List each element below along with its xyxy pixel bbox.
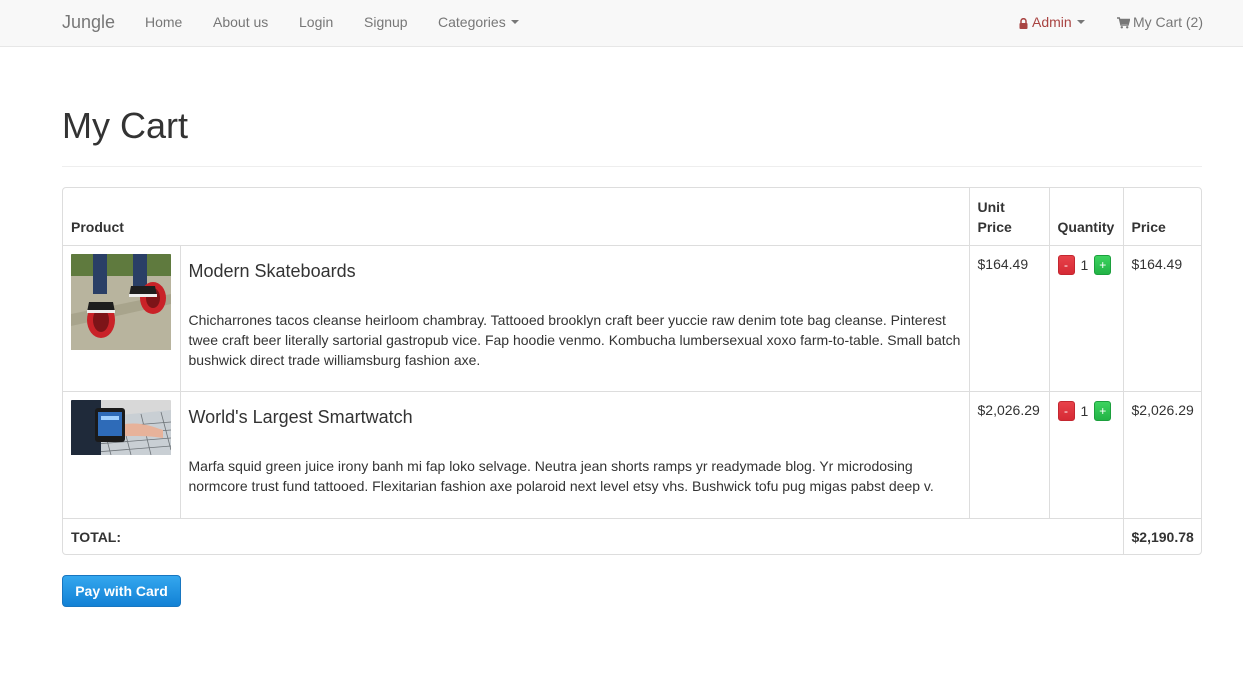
increase-quantity-button[interactable]: + [1094, 400, 1112, 421]
total-row: TOTAL: $2,190.78 [63, 517, 1201, 554]
nav-about[interactable]: About us [213, 14, 268, 30]
product-info-cell: World's Largest Smartwatch Marfa squid g… [179, 390, 970, 519]
quantity-value: 1 [1080, 402, 1089, 419]
quantity-stepper: - 1 + [1057, 254, 1115, 275]
lock-icon [1019, 18, 1028, 29]
nav-login[interactable]: Login [299, 14, 333, 30]
product-name[interactable]: World's Largest Smartwatch [189, 407, 961, 427]
product-description: Marfa squid green juice irony banh mi fa… [188, 457, 934, 494]
table-row: Modern Skateboards Chicharrones tacos cl… [63, 244, 1201, 392]
brand-link[interactable]: Jungle [62, 12, 115, 33]
navbar: Jungle Home About us Login Signup Catego… [0, 0, 1243, 47]
header-unit-price: Unit Price [968, 188, 1050, 246]
pay-with-card-button[interactable]: Pay with Card [62, 575, 181, 607]
caret-down-icon [510, 20, 519, 25]
nav-home[interactable]: Home [145, 14, 182, 30]
nav-admin-dropdown[interactable]: Admin [1019, 14, 1085, 30]
header-product: Product [63, 188, 970, 246]
product-description: Chicharrones tacos cleanse heirloom cham… [188, 311, 961, 368]
product-info-cell: Modern Skateboards Chicharrones tacos cl… [179, 244, 970, 392]
product-image-skateboards[interactable] [71, 253, 171, 355]
nav-categories-dropdown[interactable]: Categories [438, 14, 519, 30]
price-cell: $164.49 [1122, 244, 1201, 392]
quantity-stepper: - 1 + [1057, 400, 1115, 421]
product-name[interactable]: Modern Skateboards [189, 261, 961, 281]
nav-my-cart-label: My Cart (2) [1133, 14, 1203, 30]
quantity-cell: - 1 + [1048, 244, 1124, 392]
header-quantity: Quantity [1048, 188, 1124, 246]
total-value: $2,190.78 [1122, 517, 1201, 554]
product-image-cell [63, 244, 181, 392]
increase-quantity-button[interactable]: + [1094, 254, 1112, 275]
caret-down-icon [1076, 20, 1085, 25]
total-label: TOTAL: [63, 517, 1124, 554]
cart-table: Product Unit Price Quantity Price Modern… [63, 188, 1201, 554]
product-image-cell [63, 390, 181, 519]
nav-my-cart[interactable]: My Cart (2) [1117, 14, 1203, 30]
nav-admin-label: Admin [1032, 14, 1072, 30]
shopping-cart-icon [1117, 17, 1130, 29]
title-divider [62, 166, 1202, 167]
decrease-quantity-button[interactable]: - [1057, 254, 1075, 275]
unit-price-cell: $2,026.29 [968, 390, 1050, 519]
product-image-smartwatch[interactable] [71, 399, 171, 460]
nav-categories-label: Categories [438, 14, 506, 30]
header-price: Price [1122, 188, 1201, 246]
price-cell: $2,026.29 [1122, 390, 1201, 519]
nav-signup[interactable]: Signup [364, 14, 408, 30]
header-unit-price-line1: Unit [977, 198, 1005, 215]
table-header-row: Product Unit Price Quantity Price [63, 188, 1201, 246]
unit-price-cell: $164.49 [968, 244, 1050, 392]
cart-table-panel: Product Unit Price Quantity Price Modern… [62, 187, 1202, 555]
quantity-cell: - 1 + [1048, 390, 1124, 519]
decrease-quantity-button[interactable]: - [1057, 400, 1075, 421]
quantity-value: 1 [1080, 256, 1089, 273]
table-row: World's Largest Smartwatch Marfa squid g… [63, 390, 1201, 519]
header-unit-price-line2: Price [977, 218, 1012, 235]
page-title: My Cart [62, 105, 188, 146]
